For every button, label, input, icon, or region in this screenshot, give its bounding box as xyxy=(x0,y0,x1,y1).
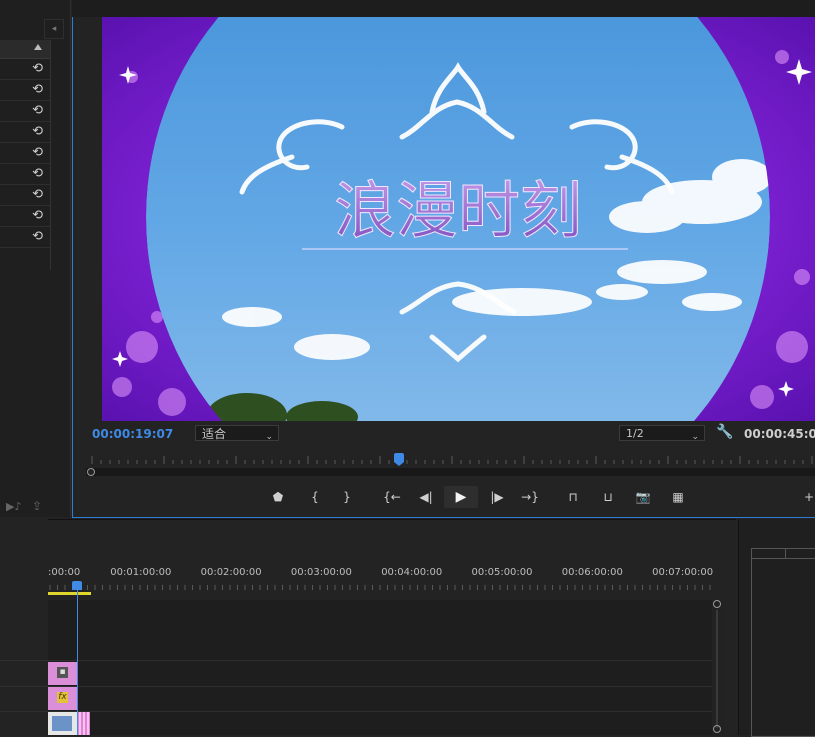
go-to-out-icon[interactable]: →} xyxy=(519,486,541,508)
chevron-down-icon: ⌄ xyxy=(691,432,699,442)
marker-icon[interactable]: ⬟ xyxy=(267,486,289,508)
resolution-label: 1/2 xyxy=(626,427,644,440)
monitor-playhead[interactable] xyxy=(394,453,405,466)
monitor-tab-bar xyxy=(72,0,815,17)
fit-zoom-select[interactable]: 适合 ⌄ xyxy=(195,425,279,442)
current-timecode[interactable]: 00:00:19:07 xyxy=(92,427,173,441)
effect-property-row: ⟲ xyxy=(0,227,50,248)
reset-icon[interactable]: ⟲ xyxy=(32,124,43,140)
fx-badge: fx xyxy=(57,692,68,703)
step-back-icon[interactable]: ◀| xyxy=(415,486,437,508)
monitor-zoom-scrollbar[interactable] xyxy=(86,468,815,476)
mark-in-icon[interactable]: { xyxy=(304,486,326,508)
export-icon[interactable]: ⇪ xyxy=(32,499,42,513)
effect-property-row: ⟲ xyxy=(0,122,50,143)
timeline-tracks[interactable] xyxy=(48,600,712,735)
reset-icon[interactable]: ⟲ xyxy=(32,103,43,119)
reset-icon[interactable]: ⟲ xyxy=(32,61,43,77)
audio-meter-split xyxy=(785,548,786,558)
more-icon[interactable]: + xyxy=(803,486,815,508)
effect-property-row: ⟲ xyxy=(0,206,50,227)
mark-out-icon[interactable]: } xyxy=(336,486,358,508)
effect-property-row: ⟲ xyxy=(0,101,50,122)
timeline-ruler-label: 00:05:00:00 xyxy=(471,567,533,578)
sort-up-icon[interactable] xyxy=(34,44,42,50)
reset-icon[interactable]: ⟲ xyxy=(32,82,43,98)
clip-video-track-1[interactable] xyxy=(48,712,77,735)
scroll-handle-bottom[interactable] xyxy=(713,725,721,733)
effect-property-row: ⟲ xyxy=(0,80,50,101)
timeline-ruler[interactable]: :00:00 00:01:00:00 00:02:00:00 00:03:00:00 0… xyxy=(48,560,714,598)
scrollbar-track xyxy=(716,610,718,728)
timeline-playhead-line xyxy=(77,590,78,735)
clip-transition[interactable] xyxy=(77,712,90,735)
effect-property-row: ⟲ xyxy=(0,59,50,80)
clip-thumbnail-icon: ▪ xyxy=(57,667,68,678)
timeline-ruler-label: 00:07:00:00 xyxy=(652,567,714,578)
play-icon: ▶ xyxy=(455,489,467,505)
scroll-handle-top[interactable] xyxy=(713,600,721,608)
reset-icon[interactable]: ⟲ xyxy=(32,166,43,182)
timeline-ruler-label: 00:03:00:00 xyxy=(290,567,352,578)
effect-list-header[interactable] xyxy=(0,40,50,59)
wrench-icon[interactable]: 🔧 xyxy=(716,424,733,440)
lift-icon[interactable]: ⊓ xyxy=(562,486,584,508)
chevron-down-icon: ⌄ xyxy=(265,432,273,442)
reset-icon[interactable]: ⟲ xyxy=(32,208,43,224)
duration-timecode: 00:00:45:00 xyxy=(744,427,815,441)
playback-resolution-select[interactable]: 1/2 ⌄ xyxy=(619,425,705,442)
timeline-ruler-label: 00:06:00:00 xyxy=(561,567,623,578)
fit-zoom-label: 适合 xyxy=(202,427,227,441)
reset-icon[interactable]: ⟲ xyxy=(32,229,43,245)
clip-video-track-3[interactable]: ▪ xyxy=(48,662,77,685)
effect-property-row: ⟲ xyxy=(0,185,50,206)
video-title-text: 浪漫时刻 xyxy=(334,174,582,247)
clip-thumbnail-icon xyxy=(52,716,72,731)
extract-icon[interactable]: ⊔ xyxy=(597,486,619,508)
camera-icon[interactable]: 📷 xyxy=(632,486,654,508)
work-area-bar[interactable] xyxy=(48,592,91,595)
timeline-vertical-scrollbar[interactable] xyxy=(712,600,724,735)
clip-video-track-2[interactable]: fx xyxy=(48,687,77,710)
timeline-ruler-label: 00:04:00:00 xyxy=(381,567,443,578)
audio-meter xyxy=(751,548,815,737)
audio-meter-header xyxy=(751,548,815,559)
track-divider xyxy=(0,711,712,712)
timeline-ticks xyxy=(49,585,711,590)
panel-menu-icon[interactable]: ◂ xyxy=(44,19,64,39)
reset-icon[interactable]: ⟲ xyxy=(32,187,43,203)
timeline-ruler-label: 00:01:00:00 xyxy=(110,567,172,578)
video-frame: 浪漫时刻 xyxy=(102,17,815,421)
column-divider xyxy=(50,40,51,270)
go-to-in-icon[interactable]: {← xyxy=(381,486,403,508)
play-audio-icon[interactable]: ▶♪ xyxy=(6,500,21,513)
track-divider xyxy=(0,660,712,661)
zoom-scroll-handle[interactable] xyxy=(87,468,95,476)
timeline-ruler-label: 00:02:00:00 xyxy=(200,567,262,578)
compare-icon[interactable]: ▦ xyxy=(667,486,689,508)
play-button[interactable]: ▶ xyxy=(444,486,478,508)
video-preview[interactable]: 浪漫时刻 xyxy=(102,17,815,421)
reset-icon[interactable]: ⟲ xyxy=(32,145,43,161)
effect-property-row: ⟲ xyxy=(0,143,50,164)
step-forward-icon[interactable]: |▶ xyxy=(486,486,508,508)
effect-property-row: ⟲ xyxy=(0,164,50,185)
track-divider xyxy=(0,686,712,687)
track-headers xyxy=(0,519,48,735)
timeline-playhead[interactable] xyxy=(72,581,82,590)
timeline-ruler-label: :00:00 xyxy=(48,567,81,578)
